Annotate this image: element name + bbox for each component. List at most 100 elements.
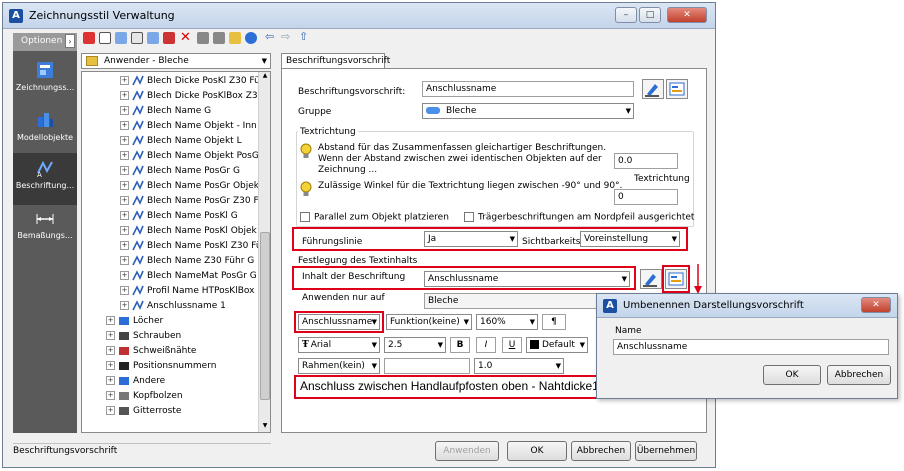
font-combo[interactable]: Ŧ Arial ▼ [298, 337, 380, 353]
expand-icon[interactable]: + [106, 361, 115, 370]
tree-category[interactable]: + Löcher [106, 314, 163, 329]
tree-item[interactable]: + Blech Name Objekt L [120, 134, 242, 149]
maximize-button[interactable]: □ [639, 7, 661, 23]
checkbox-icon[interactable] [464, 212, 474, 222]
format-field-combo[interactable]: Anschlussname ▼ [298, 314, 380, 330]
tree-root-combo[interactable]: Anwender - Bleche ▼ [81, 53, 271, 69]
dialog-title-bar[interactable]: A Umbenennen Darstellungsvorschrift ✕ [597, 294, 897, 318]
expand-icon[interactable]: + [120, 241, 129, 250]
expand-icon[interactable]: + [120, 226, 129, 235]
vorschrift-field[interactable]: Anschlussname [422, 81, 634, 97]
scroll-down-icon[interactable]: ▼ [260, 422, 270, 432]
paste-icon[interactable] [131, 32, 143, 44]
tree-category[interactable]: + Schweißnähte [106, 344, 196, 359]
expand-icon[interactable]: + [106, 391, 115, 400]
folder-icon[interactable] [229, 32, 241, 44]
minimize-button[interactable]: – [615, 7, 637, 23]
preview-icon[interactable] [642, 79, 664, 99]
export-icon[interactable] [213, 32, 225, 44]
fuehrungslinie-combo[interactable]: Ja ▼ [424, 231, 518, 247]
tree-item[interactable]: + Anschlussname 1 [120, 299, 226, 314]
expand-icon[interactable]: + [120, 181, 129, 190]
expand-icon[interactable]: + [120, 196, 129, 205]
tree-item[interactable]: + Profil Name HTPosKlBox [120, 284, 254, 299]
copy-icon[interactable] [115, 32, 127, 44]
expand-icon[interactable]: + [120, 256, 129, 265]
ok-button[interactable]: OK [507, 441, 567, 461]
name-field[interactable]: Anschlussname [613, 339, 889, 355]
scroll-up-icon[interactable]: ▲ [260, 72, 270, 82]
tree-item[interactable]: + Blech Name Z30 Führ G [120, 254, 254, 269]
edit-icon[interactable] [99, 32, 111, 44]
expand-icon[interactable]: + [106, 316, 115, 325]
rail-item-zeichnungsstil[interactable]: Zeichnungss... [13, 55, 77, 107]
rahmen-combo[interactable]: Rahmen(kein) ▼ [298, 358, 380, 374]
import-icon[interactable] [197, 32, 209, 44]
delete-icon[interactable]: ✕ [180, 30, 191, 45]
tree-item[interactable]: + Blech Name PosGr Z30 F [120, 194, 259, 209]
inhalt-combo[interactable]: Anschlussname ▼ [424, 271, 630, 287]
expand-icon[interactable]: + [106, 331, 115, 340]
anwenden-button[interactable]: Anwenden [435, 441, 499, 461]
tree-item[interactable]: + Blech Name Objekt - Inn [120, 119, 257, 134]
expand-icon[interactable]: + [120, 121, 129, 130]
tree-scrollbar[interactable]: ▲ ▼ [258, 72, 270, 432]
gruppe-combo[interactable]: Bleche ▼ [422, 103, 634, 119]
tree-item[interactable]: + Blech Dicke PosKlBox Z30 [120, 89, 263, 104]
expand-icon[interactable]: + [120, 211, 129, 220]
abstand-field[interactable]: 0.0 [614, 153, 678, 169]
traeger-checkbox[interactable]: Trägerbeschriftungen am Nordpfeil ausger… [464, 212, 694, 223]
underline-button[interactable]: U [502, 337, 522, 353]
checkbox-icon[interactable] [300, 212, 310, 222]
cancel-button[interactable]: Abbrechen [571, 441, 631, 461]
tool-icon[interactable] [163, 32, 175, 44]
tree-category[interactable]: + Gitterroste [106, 404, 181, 419]
help-icon[interactable] [245, 32, 257, 44]
tree-item[interactable]: + Blech Name Objekt PosG [120, 149, 259, 164]
dialog-close-button[interactable]: ✕ [861, 297, 891, 313]
tree-item[interactable]: + Blech Name G [120, 104, 211, 119]
expand-icon[interactable]: + [120, 271, 129, 280]
tab-beschriftungsvorschrift[interactable]: Beschriftungsvorschrift [281, 53, 390, 69]
expand-icon[interactable]: + [106, 346, 115, 355]
uebernehmen-button[interactable]: Übernehmen [635, 441, 697, 461]
duplicate-icon[interactable] [147, 32, 159, 44]
title-bar[interactable]: A Zeichnungsstil Verwaltung – □ ✕ [3, 3, 715, 29]
line-combo[interactable]: 1.0 ▼ [474, 358, 564, 374]
expand-icon[interactable]: + [120, 166, 129, 175]
tree-item[interactable]: + Blech Name PosKl Objek [120, 224, 257, 239]
percent-combo[interactable]: 160% ▼ [476, 314, 538, 330]
arrow-right-icon[interactable]: ⇨ [281, 30, 290, 43]
tree-item[interactable]: + Blech Name PosKl Z30 Fü [120, 239, 262, 254]
tree-category[interactable]: + Positionsnummern [106, 359, 216, 374]
tree-item[interactable]: + Blech Name PosGr G [120, 164, 240, 179]
parallel-checkbox[interactable]: Parallel zum Objekt platzieren [300, 212, 449, 223]
tree-item[interactable]: + Blech NameMat PosGr G [120, 269, 257, 284]
bold-button[interactable]: B [450, 337, 470, 353]
expand-icon[interactable]: + [120, 91, 129, 100]
rail-item-beschriftung[interactable]: A Beschriftung... [13, 153, 77, 205]
size-combo[interactable]: 2.5 ▼ [384, 337, 446, 353]
italic-button[interactable]: I [476, 337, 496, 353]
expand-icon[interactable]: + [120, 76, 129, 85]
tree-category[interactable]: + Schrauben [106, 329, 181, 344]
rail-item-bemassung[interactable]: Bemaßungs... [13, 203, 77, 255]
rahmen-style-field[interactable] [384, 358, 470, 374]
funktion-combo[interactable]: Funktion(keine) ▼ [386, 314, 472, 330]
sichtbarkeit-combo[interactable]: Voreinstellung ▼ [580, 231, 680, 247]
rail-item-modellobjekte[interactable]: Modellobjekte [13, 105, 77, 157]
close-button[interactable]: ✕ [667, 7, 707, 23]
color-combo[interactable]: Default ▼ [526, 337, 588, 353]
dialog-ok-button[interactable]: OK [763, 365, 821, 385]
tree-item[interactable]: + Blech Name PosKl G [120, 209, 238, 224]
scroll-thumb[interactable] [260, 232, 270, 400]
new-icon[interactable] [83, 32, 95, 44]
winkel-field[interactable]: 0 [614, 189, 678, 205]
tree-item[interactable]: + Blech Name PosGr Objek [120, 179, 259, 194]
expand-icon[interactable]: + [120, 286, 129, 295]
expand-icon[interactable]: + [120, 136, 129, 145]
dialog-cancel-button[interactable]: Abbrechen [827, 365, 891, 385]
arrow-up-icon[interactable]: ⇧ [299, 30, 308, 43]
expand-icon[interactable]: + [120, 151, 129, 160]
rename-icon[interactable] [666, 79, 688, 99]
